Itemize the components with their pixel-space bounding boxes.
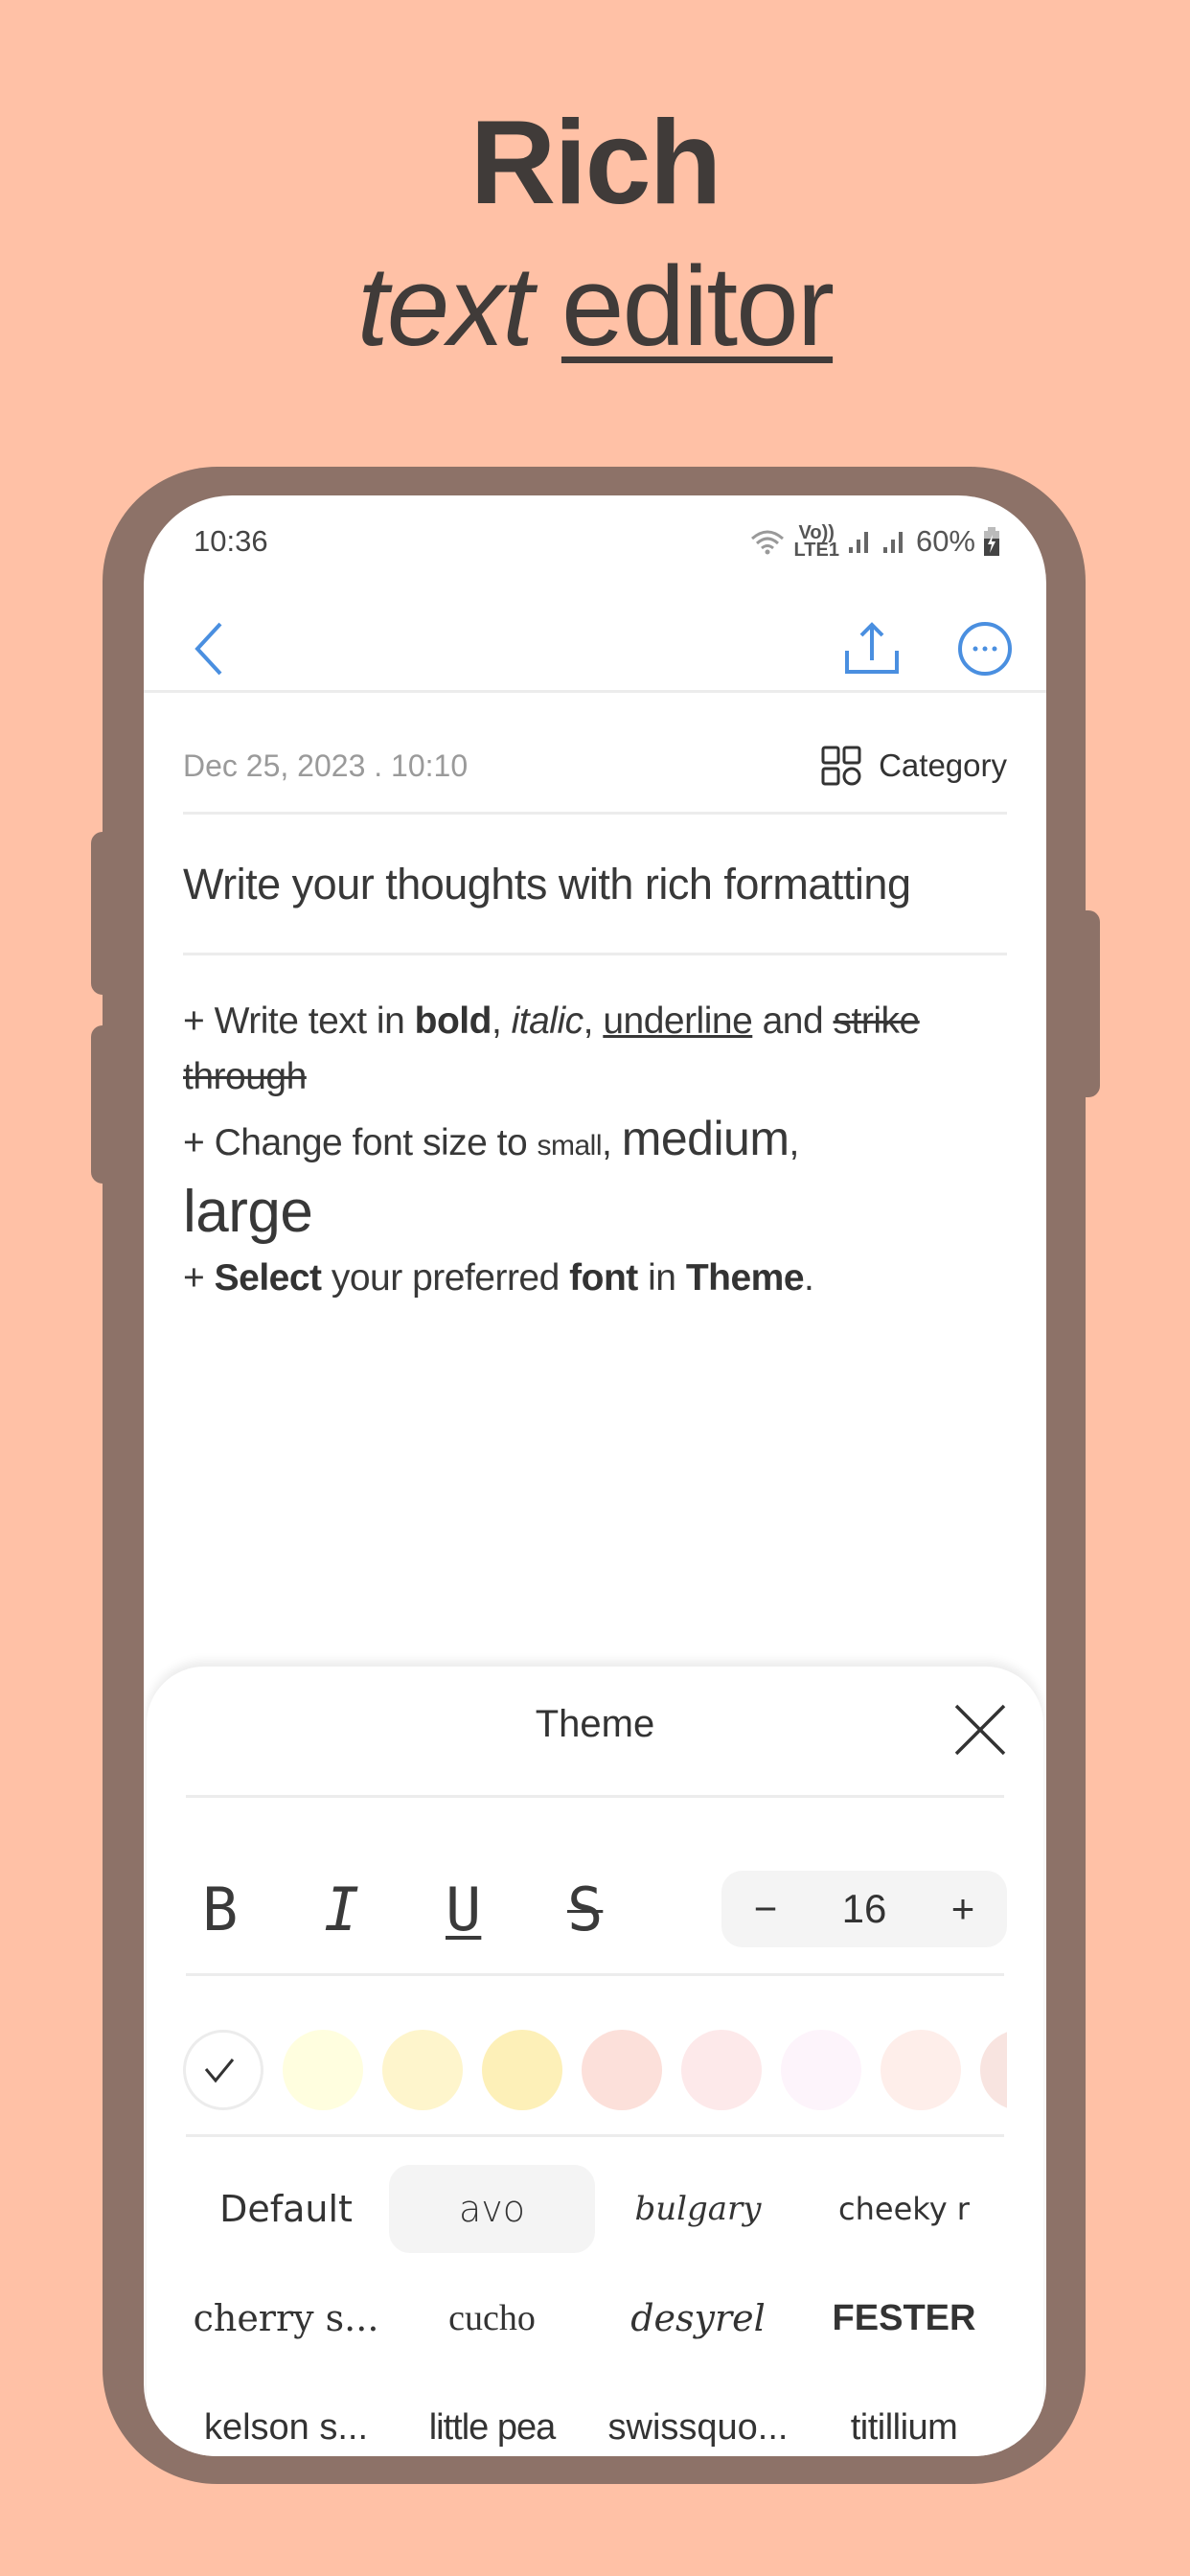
underline-button[interactable]: U (426, 1861, 548, 1957)
font-option[interactable]: cheeky r (801, 2165, 1007, 2253)
font-option[interactable]: cucho (389, 2274, 595, 2362)
color-swatch[interactable] (382, 2030, 463, 2110)
meta-divider (183, 812, 1007, 815)
font-option[interactable]: FESTER (801, 2274, 1007, 2362)
underline-text: underline (603, 1000, 753, 1042)
more-button[interactable] (947, 610, 1023, 687)
large-text: large (183, 1179, 313, 1245)
wifi-icon (750, 530, 784, 555)
medium-text: medium (621, 1112, 790, 1165)
theme-panel-title: Theme (535, 1703, 655, 1745)
signal-icon (848, 532, 868, 553)
color-swatch[interactable] (482, 2030, 562, 2110)
font-size-stepper: − 16 + (721, 1871, 1007, 1947)
font-option[interactable]: Default (183, 2165, 389, 2253)
font-option[interactable]: desyrel (595, 2274, 801, 2362)
italic-text: italic (511, 1000, 584, 1042)
color-swatch[interactable] (582, 2030, 662, 2110)
status-bar: 10:36 Vo)) LTE1 60% (194, 522, 1000, 561)
phone-screen: 10:36 Vo)) LTE1 60% Dec 25, 2023 . 10:10… (144, 495, 1046, 2456)
back-button[interactable] (180, 610, 238, 687)
color-swatch[interactable] (183, 2030, 263, 2110)
bold-text: bold (414, 1000, 492, 1042)
note-body[interactable]: + Write text in bold, italic, underline … (183, 994, 1018, 1306)
note-meta: Dec 25, 2023 . 10:10 Category (183, 704, 1007, 827)
panel-divider-1 (186, 1795, 1004, 1798)
share-icon (845, 622, 899, 674)
more-horizontal-icon (958, 622, 1012, 676)
category-label: Category (879, 748, 1007, 783)
color-swatch[interactable] (681, 2030, 762, 2110)
bold-button[interactable]: B (183, 1861, 305, 1957)
headline-text-editor: text editor (0, 240, 1190, 374)
share-button[interactable] (834, 610, 910, 687)
top-toolbar (144, 591, 1046, 706)
font-option[interactable]: cherry s... (183, 2274, 389, 2362)
theme-panel: Theme B I U S − 16 + Default avo bulgary ch… (147, 1667, 1043, 2456)
small-text: small (537, 1130, 603, 1162)
font-size-value: 16 (841, 1886, 887, 1931)
body-line-formatting: + Write text in bold, italic, underline … (183, 1000, 920, 1097)
color-swatch[interactable] (980, 2030, 1007, 2110)
title-divider (183, 953, 1007, 955)
decrease-font-size-button[interactable]: − (754, 1886, 778, 1932)
bold-icon: B (202, 1874, 239, 1944)
headline-underline-word: editor (561, 243, 835, 370)
battery-charging-icon (984, 527, 999, 556)
note-date: Dec 25, 2023 . 10:10 (183, 748, 469, 783)
signal-icon (882, 532, 903, 553)
strikethrough-button[interactable]: S (548, 1861, 670, 1957)
close-button[interactable] (953, 1703, 1007, 1757)
network-type: Vo)) LTE1 (793, 522, 839, 561)
color-swatches (183, 1990, 1007, 2150)
format-toolbar: B I U S − 16 + (183, 1828, 1007, 1990)
increase-font-size-button[interactable]: + (951, 1886, 975, 1932)
body-line-theme: + Select your preferred font in Theme. (183, 1257, 814, 1299)
font-option[interactable]: little pea (389, 2383, 595, 2456)
headline-italic-word: text (356, 243, 534, 370)
panel-divider-3 (186, 2134, 1004, 2137)
font-option[interactable]: avo (389, 2165, 595, 2253)
status-time: 10:36 (194, 524, 268, 558)
italic-icon: I (324, 1874, 360, 1944)
close-icon (954, 1704, 1006, 1756)
underline-icon: U (446, 1874, 482, 1944)
font-option[interactable]: bulgary (595, 2165, 801, 2253)
body-line-font-size: + Change font size to small, medium, lar… (183, 1111, 1018, 1251)
battery-percent: 60% (915, 524, 975, 558)
category-button[interactable]: Category (821, 746, 1007, 786)
category-grid-icon (821, 746, 861, 786)
color-swatch[interactable] (781, 2030, 861, 2110)
panel-divider-2 (186, 1973, 1004, 1976)
strikethrough-icon: S (567, 1874, 604, 1944)
font-list: Default avo bulgary cheeky r cherry s... cuch… (183, 2165, 1007, 2456)
headline-rich: Rich (469, 97, 722, 229)
note-title[interactable]: Write your thoughts with rich formatting (183, 860, 1007, 909)
color-swatch[interactable] (283, 2030, 363, 2110)
color-swatch[interactable] (881, 2030, 961, 2110)
italic-button[interactable]: I (305, 1861, 426, 1957)
font-option[interactable]: titillium (801, 2383, 1007, 2456)
checkmark-icon (204, 2058, 235, 2083)
font-option[interactable]: kelson s... (183, 2383, 389, 2456)
chevron-left-icon (195, 622, 222, 676)
font-option[interactable]: swissquo... (595, 2383, 801, 2456)
toolbar-divider (144, 690, 1046, 693)
